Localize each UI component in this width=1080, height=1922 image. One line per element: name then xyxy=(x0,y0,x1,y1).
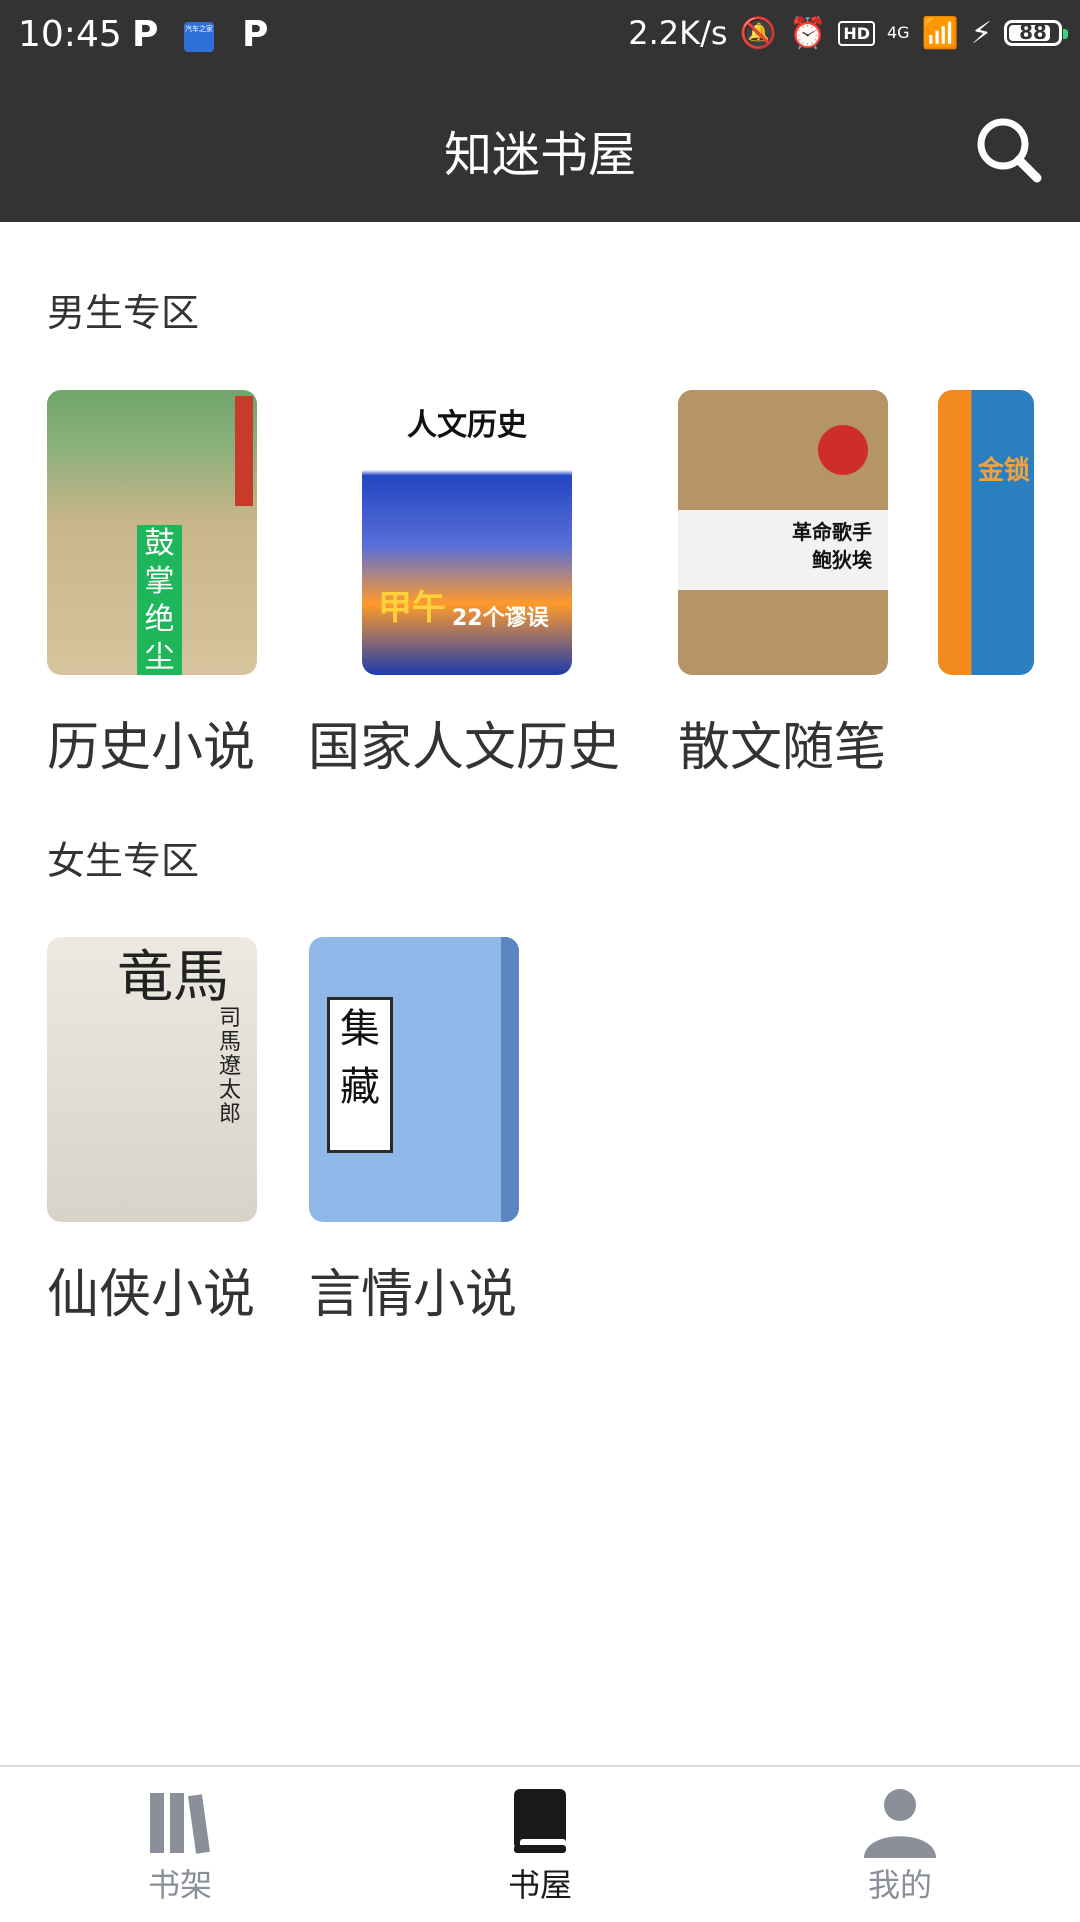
charging-icon: ⚡ xyxy=(970,15,992,51)
book-cover[interactable]: 集 藏 xyxy=(309,937,519,1222)
book-label: 仙侠小说 xyxy=(47,1265,256,1325)
network-type: 4G xyxy=(886,23,910,42)
status-bar: 10:45 P 汽车之家 P 2.2K/s 🔕 ⏰ HD 4G 📶 ⚡ 88 xyxy=(0,0,1080,75)
alarm-icon: ⏰ xyxy=(788,15,827,51)
book-item[interactable]: 革命歌手 鲍狄埃 散文随笔 xyxy=(678,390,888,778)
nav-bookshelf[interactable]: 书架 xyxy=(80,1783,280,1906)
section-title-female: 女生专区 xyxy=(47,839,200,883)
book-cover[interactable]: 鼓掌绝尘 xyxy=(47,390,257,675)
app-bar: 知迷书屋 xyxy=(0,75,1080,222)
book-item[interactable]: 集 藏 言情小说 xyxy=(309,937,519,1325)
cover-title: 鼓掌绝尘 xyxy=(137,525,182,675)
book-label: 国家人文历史 xyxy=(308,718,621,778)
battery-icon: 88 xyxy=(1004,20,1068,46)
bottom-navigation: 书架 书屋 我的 xyxy=(0,1765,1080,1922)
search-icon xyxy=(977,118,1042,183)
cover-big-text: 甲午 xyxy=(378,588,446,628)
book-item[interactable]: 人文历史 甲午 22个谬误 国家人文历史 xyxy=(308,390,620,778)
car-app-notification-icon: 汽车之家 xyxy=(184,22,214,52)
cover-title: 竜馬 xyxy=(117,945,229,1010)
mute-bell-icon: 🔕 xyxy=(739,15,777,51)
book-icon xyxy=(514,1789,566,1853)
book-cover[interactable]: 竜馬 司馬遼太郎 xyxy=(47,937,257,1222)
cover-title: 人文历史 xyxy=(407,408,527,443)
bookshelf-icon xyxy=(150,1793,210,1854)
cover-title: 金锁 xyxy=(978,456,1031,486)
hd-icon: HD xyxy=(838,20,875,46)
user-icon xyxy=(864,1789,936,1858)
nav-label: 书架 xyxy=(147,1866,212,1904)
book-cover[interactable]: 金锁 xyxy=(938,390,1034,675)
cover-author: 司馬遼太郎 xyxy=(219,1006,242,1127)
book-item[interactable]: 金锁 宗教 xyxy=(938,390,1034,675)
book-cover[interactable]: 人文历史 甲午 22个谬误 xyxy=(362,390,572,675)
battery-level: 88 xyxy=(1019,20,1047,44)
p-notification-icon-2: P xyxy=(242,14,269,55)
nav-label: 我的 xyxy=(867,1866,932,1904)
nav-label: 书屋 xyxy=(507,1866,572,1904)
book-item[interactable]: 鼓掌绝尘 历史小说 xyxy=(47,390,257,778)
nav-mine[interactable]: 我的 xyxy=(800,1783,1000,1906)
book-cover[interactable]: 革命歌手 鲍狄埃 xyxy=(678,390,888,675)
book-label: 散文随笔 xyxy=(678,718,887,778)
section-title-male: 男生专区 xyxy=(47,291,200,335)
cover-title: 革命歌手 鲍狄埃 xyxy=(792,520,872,572)
status-time: 10:45 xyxy=(18,14,122,55)
search-button[interactable] xyxy=(974,115,1044,185)
signal-icon: 📶 xyxy=(921,15,959,51)
cover-sub-text: 22个谬误 xyxy=(452,606,549,631)
book-label: 历史小说 xyxy=(47,718,256,778)
page-title: 知迷书屋 xyxy=(443,127,636,183)
cover-title: 集 藏 xyxy=(327,997,393,1153)
p-notification-icon: P xyxy=(132,14,159,55)
book-label: 言情小说 xyxy=(309,1265,518,1325)
book-item[interactable]: 竜馬 司馬遼太郎 仙侠小说 xyxy=(47,937,257,1325)
nav-bookhouse[interactable]: 书屋 xyxy=(440,1783,640,1906)
network-speed: 2.2K/s xyxy=(628,14,728,52)
status-right-group: 2.2K/s 🔕 ⏰ HD 4G 📶 ⚡ 88 xyxy=(628,14,1068,52)
